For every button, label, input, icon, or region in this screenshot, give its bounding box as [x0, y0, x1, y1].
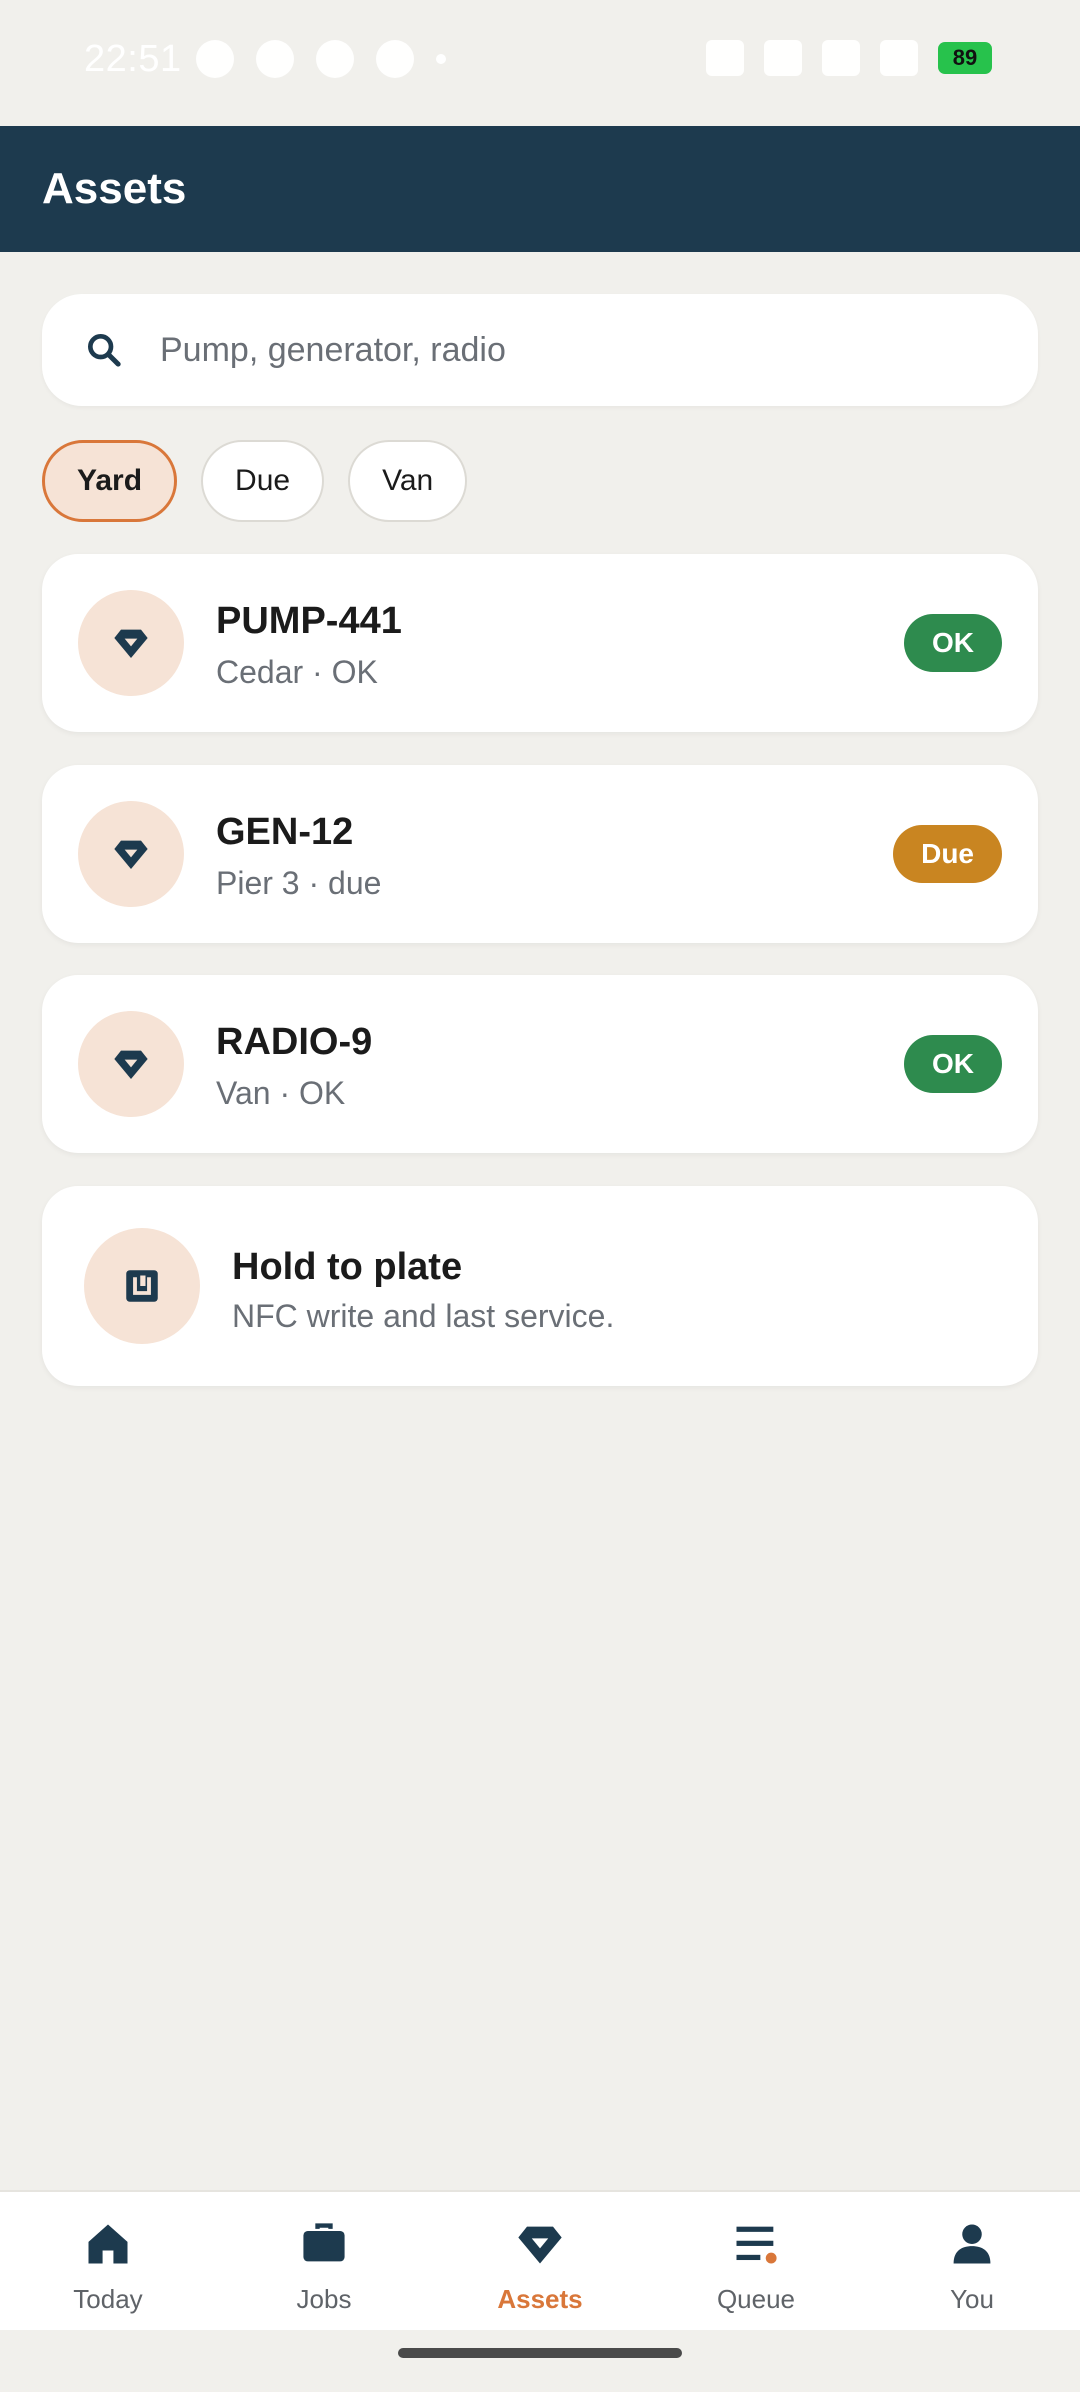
hotspot-icon: [764, 40, 802, 76]
home-gesture-bar[interactable]: [398, 2348, 682, 2358]
nav-you[interactable]: You: [864, 2192, 1080, 2330]
asset-card[interactable]: GEN-12 Pier 3 · due Due: [42, 765, 1038, 943]
nav-label: Jobs: [296, 2284, 352, 2314]
briefcase-icon: [303, 2223, 345, 2262]
asset-name: RADIO-9: [216, 1021, 373, 1063]
asset-avatar: [78, 1011, 184, 1117]
queue-icon: [736, 2226, 777, 2264]
bottom-nav: Today Jobs Assets Queue You: [0, 2190, 1080, 2330]
notification-icons: [196, 40, 446, 78]
search-icon: [88, 334, 121, 367]
snapchat-icon: [376, 40, 414, 78]
status-badge: OK: [904, 1035, 1002, 1093]
asset-avatar: [78, 590, 184, 696]
missed-call-icon: [196, 40, 234, 78]
nav-label: Assets: [497, 2284, 583, 2314]
battery-indicator: 89: [938, 42, 992, 74]
home-icon: [88, 2224, 128, 2264]
gem-icon: [114, 1050, 148, 1079]
nfc-title: Hold to plate: [232, 1246, 463, 1288]
wifi-icon: [706, 40, 744, 76]
snapchat-icon: [316, 40, 354, 78]
nfc-subtitle: NFC write and last service.: [232, 1298, 615, 1334]
filter-chip-van[interactable]: Van: [348, 440, 468, 522]
nav-label: Today: [73, 2284, 143, 2314]
filter-chip-yard[interactable]: Yard: [42, 440, 178, 522]
gem-icon: [518, 2226, 562, 2264]
page-title: Assets: [42, 164, 187, 213]
person-icon: [953, 2224, 991, 2264]
nav-jobs[interactable]: Jobs: [216, 2192, 432, 2330]
gesture-area: [0, 2330, 1080, 2392]
gem-icon: [114, 840, 148, 869]
status-badge: Due: [893, 825, 1002, 883]
asset-card[interactable]: PUMP-441 Cedar · OK OK: [42, 554, 1038, 732]
chat-bubble-icon: [256, 40, 294, 78]
asset-name: GEN-12: [216, 811, 354, 853]
status-badge: OK: [904, 614, 1002, 672]
app-header: Assets: [0, 126, 1080, 252]
filter-chips: Yard Due Van: [42, 440, 468, 522]
asset-name: PUMP-441: [216, 600, 402, 642]
filter-chip-due[interactable]: Due: [201, 440, 325, 522]
nav-assets[interactable]: Assets: [432, 2192, 648, 2330]
asset-card[interactable]: RADIO-9 Van · OK OK: [42, 975, 1038, 1153]
asset-subtitle: Pier 3 · due: [216, 865, 382, 901]
nav-queue[interactable]: Queue: [648, 2192, 864, 2330]
nav-today[interactable]: Today: [0, 2192, 216, 2330]
nfc-icon: [126, 1270, 158, 1302]
search-input[interactable]: Pump, generator, radio: [42, 294, 1038, 406]
signal-icon: [880, 40, 918, 76]
asset-avatar: [78, 801, 184, 907]
asset-subtitle: Van · OK: [216, 1075, 346, 1111]
system-icons: 89: [706, 40, 992, 76]
vowifi-icon: [822, 40, 860, 76]
search-placeholder: Pump, generator, radio: [160, 330, 506, 369]
more-notifications-dot: [436, 54, 446, 64]
nav-label: Queue: [716, 2284, 796, 2314]
nfc-avatar: [84, 1228, 200, 1344]
asset-subtitle: Cedar · OK: [216, 654, 378, 690]
nfc-card[interactable]: Hold to plate NFC write and last service…: [42, 1186, 1038, 1386]
gem-icon: [114, 629, 148, 658]
status-bar: 22:51 89: [0, 0, 1080, 126]
nav-label: You: [950, 2284, 994, 2314]
status-time: 22:51: [84, 38, 182, 80]
